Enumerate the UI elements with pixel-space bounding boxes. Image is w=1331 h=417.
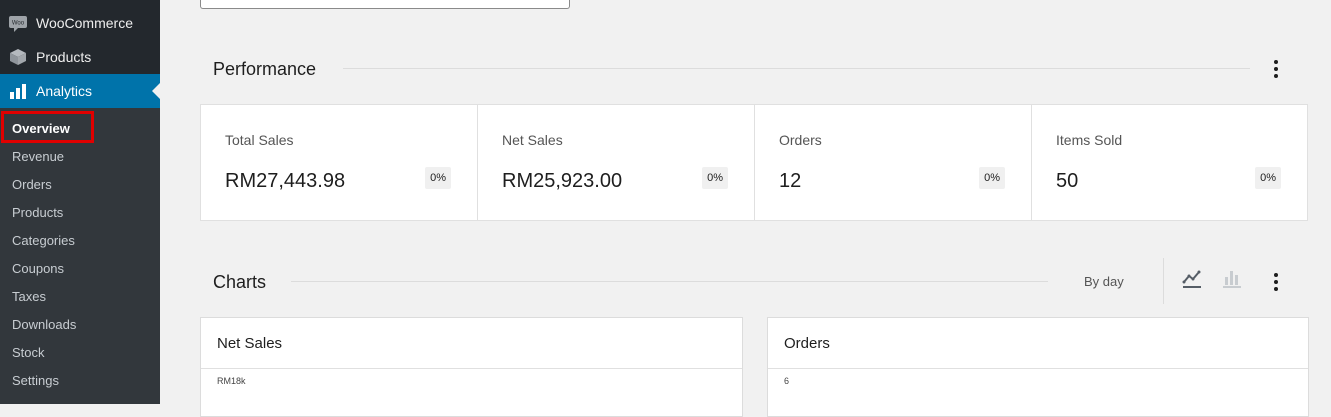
submenu-taxes[interactable]: Taxes [12, 287, 46, 307]
submenu-products[interactable]: Products [12, 203, 63, 223]
menu-item-label: Products [36, 49, 92, 65]
stat-card-orders[interactable]: Orders 12 0% [755, 105, 1032, 220]
interval-select[interactable]: By day [1084, 274, 1124, 289]
performance-divider [343, 68, 1250, 69]
overview-highlight-box [1, 111, 94, 143]
chart-panel-divider [768, 368, 1308, 369]
chart-panel-divider [201, 368, 742, 369]
y-axis-tick: RM18k [217, 376, 246, 386]
stat-label: Items Sold [1056, 132, 1123, 148]
stat-card-items-sold[interactable]: Items Sold 50 0% [1032, 105, 1307, 220]
submenu-downloads[interactable]: Downloads [12, 315, 76, 335]
submenu-orders[interactable]: Orders [12, 175, 52, 195]
date-range-input[interactable] [200, 0, 570, 9]
performance-menu-icon[interactable] [1264, 57, 1288, 81]
menu-item-products[interactable]: Products [0, 40, 160, 74]
submenu-coupons[interactable]: Coupons [12, 259, 64, 279]
submenu-revenue[interactable]: Revenue [12, 147, 64, 167]
performance-cards: Total Sales RM27,443.98 0% Net Sales RM2… [200, 104, 1308, 221]
stat-label: Orders [779, 132, 822, 148]
submenu-settings[interactable]: Settings [12, 371, 59, 391]
charts-divider [291, 281, 1048, 282]
charts-menu-icon[interactable] [1264, 270, 1288, 294]
stat-value: RM25,923.00 [502, 170, 623, 192]
stat-card-total-sales[interactable]: Total Sales RM27,443.98 0% [201, 105, 478, 220]
submenu-categories[interactable]: Categories [12, 231, 75, 251]
line-chart-icon[interactable] [1180, 266, 1204, 290]
bar-chart-icon[interactable] [1220, 266, 1244, 290]
toolbar-divider [1163, 258, 1164, 304]
stat-value: 50 [1056, 170, 1079, 192]
woocommerce-icon: Woo [8, 13, 28, 33]
chart-panel-net-sales: Net Sales RM18k [200, 317, 743, 417]
chart-panel-orders: Orders 6 [767, 317, 1309, 417]
menu-item-woocommerce[interactable]: Woo WooCommerce [0, 6, 160, 40]
stat-label: Total Sales [225, 132, 294, 148]
performance-title: Performance [213, 59, 317, 79]
analytics-bar-icon [8, 81, 28, 101]
chart-panel-title: Orders [784, 335, 830, 352]
submenu-stock[interactable]: Stock [12, 343, 45, 363]
chart-panel-title: Net Sales [217, 335, 283, 352]
stat-card-net-sales[interactable]: Net Sales RM25,923.00 0% [478, 105, 755, 220]
menu-item-label: WooCommerce [36, 15, 133, 31]
stat-delta-badge: 0% [702, 167, 728, 189]
stat-value: 12 [779, 170, 802, 192]
svg-text:Woo: Woo [12, 21, 25, 27]
stat-delta-badge: 0% [425, 167, 451, 189]
admin-sidebar: Woo WooCommerce Products Analytics Overv… [0, 0, 160, 404]
y-axis-tick: 6 [784, 376, 790, 386]
active-indicator-arrow [152, 83, 160, 99]
stat-label: Net Sales [502, 132, 563, 148]
stat-delta-badge: 0% [1255, 167, 1281, 189]
charts-title: Charts [213, 272, 267, 292]
stat-delta-badge: 0% [979, 167, 1005, 189]
menu-item-label: Analytics [36, 83, 93, 99]
products-box-icon [8, 47, 28, 67]
menu-item-analytics[interactable]: Analytics [0, 74, 160, 108]
stat-value: RM27,443.98 [225, 170, 346, 192]
